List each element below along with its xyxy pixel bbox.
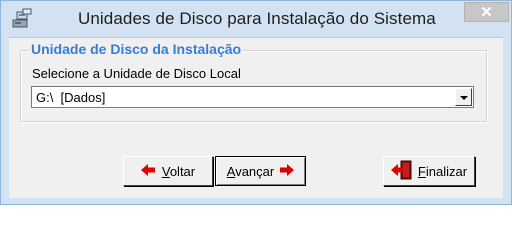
close-button[interactable]: ✕	[464, 2, 509, 22]
close-icon: ✕	[480, 4, 493, 21]
finish-button[interactable]: Finalizar	[383, 156, 475, 186]
finish-button-label: Finalizar	[417, 163, 468, 179]
drive-select-dropdown-button[interactable]	[455, 88, 472, 106]
back-button-label: Voltar	[161, 163, 196, 179]
chevron-down-icon	[460, 96, 468, 100]
next-button[interactable]: Avançar	[215, 156, 306, 186]
drive-select[interactable]: G:\ [Dados]	[31, 86, 474, 108]
groupbox-legend: Unidade de Disco da Instalação	[29, 41, 244, 57]
drive-select-value: G:\ [Dados]	[36, 90, 106, 105]
title-bar[interactable]: Unidades de Disco para Instalação do Sis…	[1, 1, 511, 37]
exit-door-icon	[390, 160, 413, 183]
drive-select-label: Selecione a Unidade de Disco Local	[32, 66, 241, 81]
window-title: Unidades de Disco para Instalação do Sis…	[78, 9, 436, 28]
disk-setup-icon	[11, 8, 33, 30]
arrow-left-icon	[140, 163, 155, 179]
back-button[interactable]: Voltar	[123, 156, 213, 186]
arrow-right-icon	[280, 163, 295, 179]
next-button-label: Avançar	[226, 163, 275, 179]
dialog-client-area: Unidade de Disco da Instalação Selecione…	[9, 37, 503, 198]
installer-window: Unidades de Disco para Instalação do Sis…	[0, 0, 512, 205]
